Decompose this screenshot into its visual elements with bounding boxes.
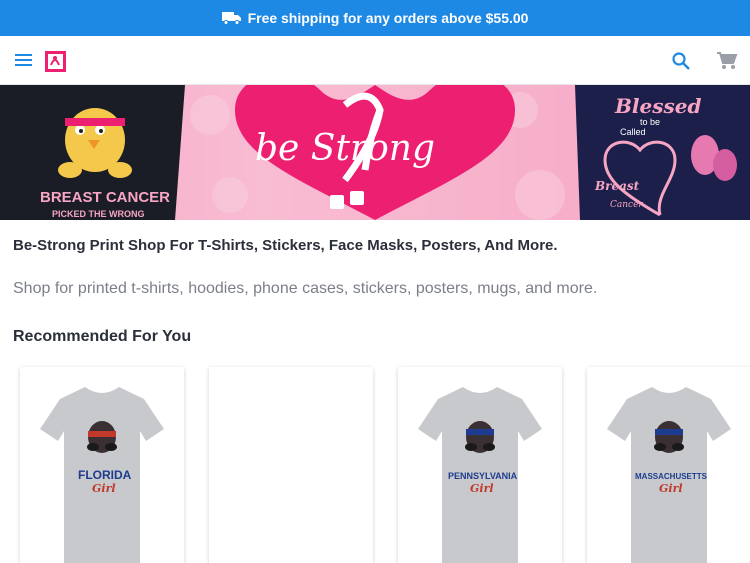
hamburger-menu-icon[interactable] — [14, 51, 34, 69]
promo-text: Free shipping for any orders above $55.0… — [247, 10, 529, 26]
svg-text:be Strong: be Strong — [255, 128, 435, 169]
svg-text:Blessed: Blessed — [614, 94, 701, 118]
left-shirt-graphic: BREAST CANCER PICKED THE WRONG — [0, 85, 185, 220]
product-tshirt-image: FLORIDA Girl — [40, 387, 164, 563]
svg-text:Girl: Girl — [92, 482, 116, 495]
recommended-section-title: Recommended For You — [13, 328, 192, 345]
svg-text:Girl: Girl — [470, 482, 494, 495]
product-tshirt-image: MASSACHUSETTS Girl — [607, 387, 731, 563]
shop-description: Shop for printed t-shirts, hoodies, phon… — [13, 280, 598, 297]
product-card[interactable]: MASSACHUSETTS Girl — [587, 367, 750, 563]
product-card[interactable]: FLORIDA Girl — [20, 367, 184, 563]
svg-text:PICKED THE WRONG: PICKED THE WRONG — [52, 209, 145, 219]
svg-text:Called: Called — [620, 127, 646, 137]
svg-text:Breast: Breast — [594, 179, 640, 193]
product-card[interactable] — [209, 367, 373, 563]
shop-title: Be-Strong Print Shop For T-Shirts, Stick… — [13, 237, 558, 254]
svg-text:Girl: Girl — [659, 482, 683, 495]
svg-text:BREAST CANCER: BREAST CANCER — [40, 189, 170, 206]
right-shirt-graphic: Blessed to be Called Breast Cancer — [575, 85, 750, 220]
promo-bar: Free shipping for any orders above $55.0… — [0, 0, 750, 36]
brand-logo[interactable] — [45, 51, 66, 72]
product-card[interactable]: PENNSYLVANIA Girl — [398, 367, 562, 563]
svg-text:PENNSYLVANIA: PENNSYLVANIA — [448, 471, 518, 481]
svg-text:MASSACHUSETTS: MASSACHUSETTS — [635, 472, 708, 481]
heart-graphic: be Strong — [235, 85, 515, 220]
hero-banner[interactable]: BREAST CANCER PICKED THE WRONG be Strong… — [0, 85, 750, 220]
search-icon[interactable] — [671, 51, 691, 71]
shopping-cart-icon[interactable] — [716, 50, 738, 72]
product-tshirt-image: PENNSYLVANIA Girl — [418, 387, 542, 563]
svg-text:to be: to be — [640, 117, 660, 127]
truck-icon — [221, 12, 241, 25]
site-header — [0, 36, 750, 85]
svg-text:Cancer: Cancer — [610, 200, 643, 210]
svg-text:FLORIDA: FLORIDA — [78, 468, 132, 482]
